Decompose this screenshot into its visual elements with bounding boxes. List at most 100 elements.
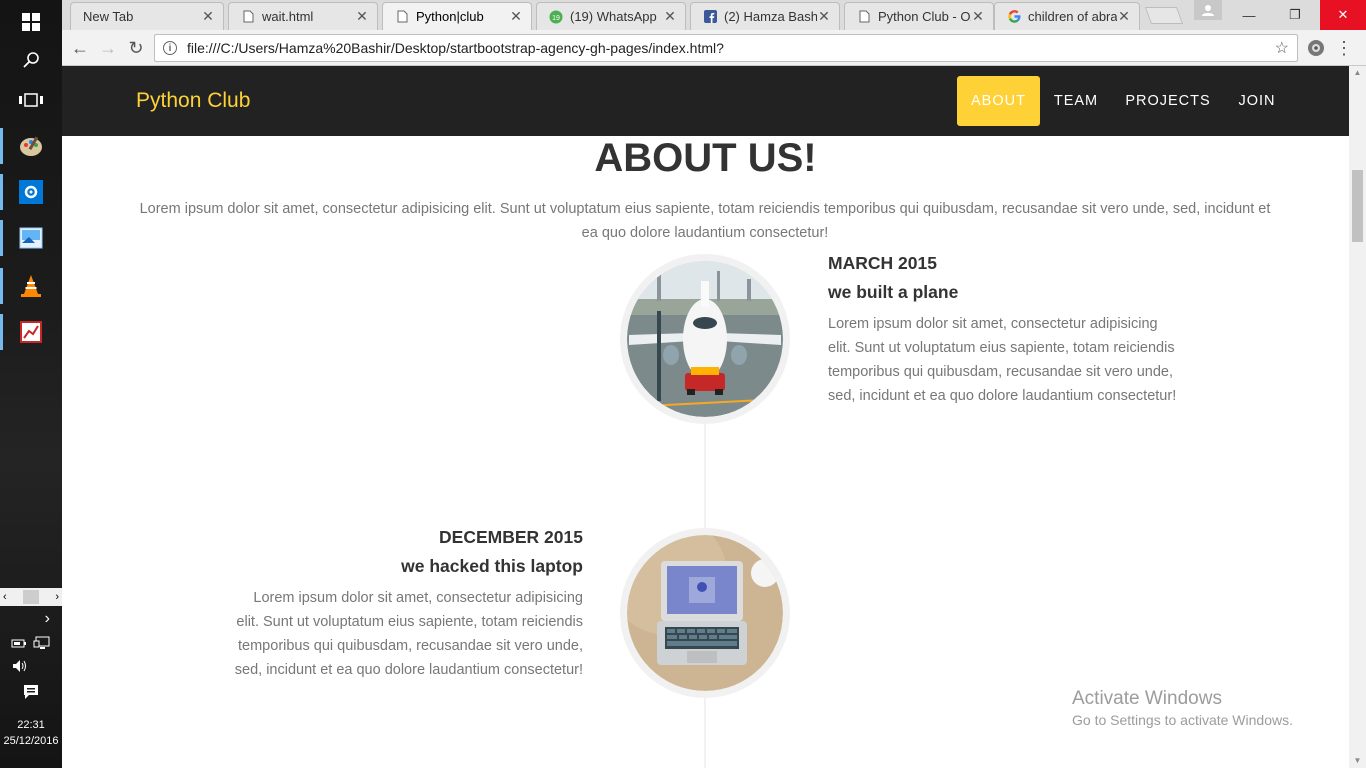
facebook-icon <box>703 10 717 24</box>
taskbar-app-vlc[interactable] <box>0 264 62 308</box>
timeline-image-laptop <box>620 528 790 698</box>
scroll-thumb[interactable] <box>23 590 39 604</box>
nav-join[interactable]: JOIN <box>1230 76 1284 126</box>
active-app-indicator <box>0 220 3 256</box>
action-center-button[interactable] <box>0 682 62 702</box>
back-button[interactable]: ← <box>68 36 92 60</box>
scroll-down-arrow[interactable]: ▼ <box>1349 754 1366 768</box>
chart-app-icon <box>20 321 42 343</box>
kebab-menu-icon: ⋮ <box>1335 37 1353 58</box>
tab-title: (2) Hamza Bashir <box>724 9 817 24</box>
google-icon <box>1007 10 1021 24</box>
watermark-title: Activate Windows <box>1072 688 1222 709</box>
task-view-icon <box>19 93 43 107</box>
browser-menu-button[interactable]: ⋮ <box>1334 36 1354 60</box>
tab-title: wait.html <box>262 9 314 24</box>
paint-app-icon <box>20 136 42 156</box>
forward-button[interactable]: → <box>96 36 120 60</box>
scroll-right-arrow[interactable]: › <box>55 591 59 603</box>
tab-close-icon[interactable]: ✕ <box>663 8 677 25</box>
new-tab-button[interactable] <box>1144 7 1184 24</box>
taskbar-app-photos[interactable] <box>0 216 62 260</box>
nav-team[interactable]: TEAM <box>1044 76 1108 126</box>
taskbar: ‹ › › 22:31 25/12/2016 <box>0 0 62 768</box>
tray-icons-row <box>0 634 62 652</box>
search-icon <box>23 52 39 68</box>
taskbar-scrollbar[interactable]: ‹ › <box>0 588 62 606</box>
nav-projects[interactable]: PROJECTS <box>1118 76 1218 126</box>
document-icon <box>395 10 409 24</box>
tab-google-search[interactable]: children of abrah ✕ <box>994 2 1140 30</box>
tab-facebook[interactable]: (2) Hamza Bashir ✕ <box>690 2 840 30</box>
timeline-body-2: Lorem ipsum dolor sit amet, consectetur … <box>234 590 583 678</box>
tab-close-icon[interactable]: ✕ <box>971 8 985 25</box>
activate-windows-watermark: Activate Windows Go to Settings to activ… <box>1072 688 1293 728</box>
page-scrollbar[interactable]: ▲ ▼ <box>1349 66 1366 768</box>
address-bar[interactable]: i file:///C:/Users/Hamza%20Bashir/Deskto… <box>154 34 1298 62</box>
task-view-button[interactable] <box>0 78 62 122</box>
active-app-indicator <box>0 268 3 304</box>
tab-close-icon[interactable]: ✕ <box>1117 8 1131 25</box>
tab-new-tab[interactable]: New Tab ✕ <box>70 2 224 30</box>
network-icon[interactable] <box>33 636 51 650</box>
chevron-right-icon: › <box>44 610 50 627</box>
bookmark-star-icon[interactable]: ☆ <box>1275 38 1289 58</box>
notification-icon <box>24 685 38 699</box>
browser-toolbar: ← → ↻ i file:///C:/Users/Hamza%20Bashir/… <box>62 30 1366 66</box>
extension-button[interactable] <box>1306 38 1326 58</box>
timeline-body-1: Lorem ipsum dolor sit amet, consectetur … <box>828 316 1177 404</box>
timeline-subheading-2: we hacked this laptop <box>401 556 583 576</box>
page-scroll-thumb[interactable] <box>1352 170 1363 242</box>
url-text[interactable]: file:///C:/Users/Hamza%20Bashir/Desktop/… <box>187 40 1275 56</box>
extension-globe-icon <box>1308 40 1324 56</box>
tab-close-icon[interactable]: ✕ <box>509 8 523 25</box>
clock-time: 22:31 <box>17 719 45 731</box>
tab-title: (19) WhatsApp <box>570 9 657 24</box>
battery-icon[interactable] <box>11 637 27 649</box>
tab-wait-html[interactable]: wait.html ✕ <box>228 2 378 30</box>
profile-button[interactable] <box>1194 0 1222 20</box>
document-icon <box>241 10 255 24</box>
settings-app-icon <box>19 180 43 204</box>
active-app-indicator <box>0 174 3 210</box>
scroll-left-arrow[interactable]: ‹ <box>3 591 7 603</box>
document-icon <box>857 10 871 24</box>
reload-button[interactable]: ↻ <box>124 36 148 60</box>
taskbar-app-chart[interactable] <box>0 310 62 354</box>
volume-button[interactable] <box>0 658 62 674</box>
timeline-date-1: MARCH 2015 <box>828 253 937 273</box>
close-window-button[interactable]: ✕ <box>1320 0 1366 30</box>
vlc-cone-icon <box>21 275 41 297</box>
about-heading: ABOUT US! <box>594 136 817 180</box>
tab-close-icon[interactable]: ✕ <box>201 8 215 25</box>
nav-about[interactable]: ABOUT <box>957 76 1040 126</box>
active-app-indicator <box>0 314 3 350</box>
user-icon <box>1202 5 1214 16</box>
tab-python-club[interactable]: Python|club ✕ <box>382 2 532 30</box>
tab-close-icon[interactable]: ✕ <box>817 8 831 25</box>
search-button[interactable] <box>0 38 62 82</box>
tray-expand-button[interactable]: › <box>0 610 62 628</box>
restore-button[interactable]: ❐ <box>1272 0 1318 30</box>
clock[interactable]: 22:31 25/12/2016 <box>0 717 62 749</box>
reload-icon: ↻ <box>128 37 144 58</box>
tab-whatsapp[interactable]: 19 (19) WhatsApp ✕ <box>536 2 686 30</box>
timeline-subheading-1: we built a plane <box>828 282 959 302</box>
scroll-up-arrow[interactable]: ▲ <box>1349 66 1366 80</box>
tab-title: Python Club - OA <box>878 9 971 24</box>
taskbar-app-settings[interactable] <box>0 170 62 214</box>
site-info-icon[interactable]: i <box>163 41 177 55</box>
tab-title: New Tab <box>83 9 134 24</box>
site-brand[interactable]: Python Club <box>136 89 250 113</box>
tab-strip: New Tab ✕ wait.html ✕ Python|club ✕ 19 (… <box>62 0 1366 30</box>
tab-close-icon[interactable]: ✕ <box>355 8 369 25</box>
browser-chrome: New Tab ✕ wait.html ✕ Python|club ✕ 19 (… <box>62 0 1366 66</box>
forward-arrow-icon: → <box>99 37 117 58</box>
minimize-icon: — <box>1242 7 1256 23</box>
tab-title: Python|club <box>416 9 484 24</box>
tab-python-club-oa[interactable]: Python Club - OA ✕ <box>844 2 994 30</box>
close-icon: ✕ <box>1337 7 1349 22</box>
minimize-button[interactable]: — <box>1226 0 1272 30</box>
active-app-indicator <box>0 128 3 164</box>
taskbar-app-paint[interactable] <box>0 124 62 168</box>
